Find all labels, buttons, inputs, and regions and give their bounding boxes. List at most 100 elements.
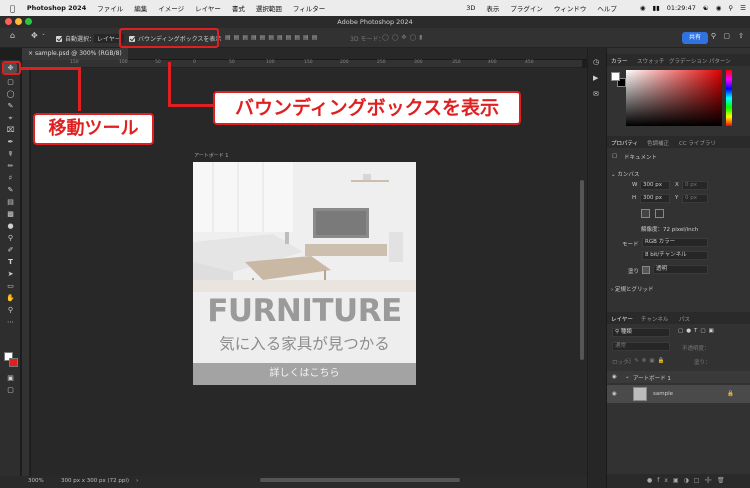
rulers-grid-section[interactable]: › 定規とグリッド [611,285,653,293]
eyedropper-tool-icon[interactable]: ✒ [4,137,17,147]
y-field[interactable]: 0 px [682,194,708,203]
blur-tool-icon[interactable]: ● [4,221,17,231]
close-tab-icon[interactable]: × [28,50,35,57]
canvas-section-title[interactable]: ⌄ カンバス [611,170,639,178]
chevron-down-icon[interactable]: ⌄ [625,374,630,380]
bit-depth-select[interactable]: 8 bit/チャンネル [642,251,708,260]
menu-image[interactable]: イメージ [158,3,184,13]
quick-select-tool-icon[interactable]: ✎ [4,101,17,111]
apple-icon[interactable]:  [10,4,15,13]
height-field[interactable]: 300 px [640,194,670,203]
horizontal-scroll-thumb[interactable] [260,478,460,482]
auto-select-checkbox[interactable]: 自動選択： [56,34,95,43]
more-tools-icon[interactable]: ⋯ [4,317,17,327]
search-icon[interactable]: ⚲ [728,4,733,12]
align-buttons[interactable]: ▤▤▤▤▤▤▤▤▤▤▤ [225,34,320,41]
artboard-label[interactable]: アートボード 1 [194,152,228,159]
portrait-orientation-button[interactable] [641,209,650,218]
landscape-orientation-button[interactable] [655,209,664,218]
tab-patterns[interactable]: パターン [709,57,731,65]
share-button[interactable]: 共有 [682,32,708,44]
horizontal-ruler[interactable]: 150 100 50 0 50 100 150 200 250 300 350 … [22,60,582,68]
frame-tool-icon[interactable]: ⌧ [4,125,17,135]
dodge-tool-icon[interactable]: ⚲ [4,233,17,243]
gradient-tool-icon[interactable]: ▩ [4,209,17,219]
home-icon[interactable]: ⌂ [10,31,15,40]
app-menu[interactable]: Photoshop 2024 [27,4,86,12]
menu-filter[interactable]: フィルター [293,3,325,13]
pen-tool-icon[interactable]: ✐ [4,245,17,255]
tab-color[interactable]: カラー [611,57,628,65]
menu-view[interactable]: 表示 [486,3,499,13]
screen-mode-icon[interactable]: ▢ [4,385,17,395]
tab-adjustments[interactable]: 色調補正 [647,139,669,147]
background-color-swatch[interactable] [9,358,18,367]
menu-extras-icon[interactable]: ☰ [740,4,746,12]
fill-swatch[interactable] [642,266,650,274]
vertical-ruler[interactable] [22,68,30,476]
menu-edit[interactable]: 編集 [134,3,147,13]
battery-icon[interactable]: ▮▮ [653,4,660,12]
tab-cc-libraries[interactable]: CC ライブラリ [679,139,716,147]
menu-type[interactable]: 書式 [232,3,245,13]
document-tab[interactable]: × sample.psd @ 300% (RGB/8) [22,48,128,60]
chevron-right-icon[interactable]: › [136,478,138,484]
eye-icon[interactable]: ◉ [612,391,617,397]
menu-help[interactable]: ヘルプ [597,3,617,13]
menu-select[interactable]: 選択範囲 [256,3,282,13]
artboard-tool-icon[interactable]: ▢ [4,77,17,87]
color-panel-fg-swatch[interactable] [611,72,620,81]
rectangle-tool-icon[interactable]: ▭ [4,281,17,291]
crop-tool-icon[interactable]: ⌖ [4,113,17,123]
vertical-scroll-thumb[interactable] [580,180,584,360]
clock[interactable]: 01:29:47 [667,4,696,12]
hue-slider[interactable] [726,70,732,126]
brush-tool-icon[interactable]: ✏ [4,161,17,171]
fill-select[interactable]: 透明 [653,265,708,274]
artboard[interactable]: FURNITURE 気に入る家具が見つかる 詳しくはこちら [193,162,416,385]
layers-footer-icons[interactable]: ●fx▣◑□➕🗑 [607,474,750,488]
healing-brush-tool-icon[interactable]: ☤ [4,149,17,159]
path-select-tool-icon[interactable]: ➤ [4,269,17,279]
width-field[interactable]: 300 px [640,181,670,190]
layer-filter-icons[interactable]: ▢●T▢▣ [678,328,717,334]
layer-row-artboard[interactable]: ◉ ⌄ アートボード 1 [607,371,750,383]
tab-swatches[interactable]: スウォッチ [637,57,665,65]
menu-file[interactable]: ファイル [97,3,123,13]
tab-layers[interactable]: レイヤー [611,315,633,323]
document-info[interactable]: 300 px x 300 px (72 ppi) [61,478,129,484]
bluetooth-icon[interactable]: ☯ [703,4,709,12]
layer-row-sample[interactable]: ◉ sample 🔒 [607,385,750,403]
tab-properties[interactable]: プロパティ [611,139,638,147]
eye-icon[interactable]: ◉ [612,374,617,380]
menu-window[interactable]: ウィンドウ [554,3,587,13]
zoom-level[interactable]: 300% [28,478,44,484]
type-tool-icon[interactable]: T [4,257,17,267]
share-icon[interactable]: ⇧ [738,32,744,40]
move-tool-icon[interactable]: ✥ [31,31,38,40]
search-icon[interactable]: ⚲ [711,32,716,40]
stamp-tool-icon[interactable]: ♯ [4,173,17,183]
wifi-icon[interactable]: ◉ [640,4,646,12]
workspace-icon[interactable]: ▢ [723,32,730,40]
control-center-icon[interactable]: ◉ [716,4,722,12]
tab-channels[interactable]: チャンネル [641,315,668,323]
minimize-window-button[interactable] [15,18,22,25]
quick-mask-icon[interactable]: ▣ [4,373,17,383]
zoom-window-button[interactable] [25,18,32,25]
chevron-down-icon[interactable]: ˇ [42,34,45,41]
zoom-tool-icon[interactable]: ⚲ [4,305,17,315]
menu-plugins[interactable]: プラグイン [510,3,543,13]
history-icon[interactable]: ◷ [593,58,599,66]
lock-icons[interactable]: ▢✎✥▣🔒 [626,358,667,364]
hand-tool-icon[interactable]: ✋ [4,293,17,303]
actions-icon[interactable]: ▶ [593,74,598,82]
menu-3d[interactable]: 3D [466,4,475,12]
history-brush-tool-icon[interactable]: ✎ [4,185,17,195]
tab-paths[interactable]: パス [679,315,690,323]
lasso-tool-icon[interactable]: ◯ [4,89,17,99]
color-mode-select[interactable]: RGB カラー [642,238,708,247]
layer-filter-select[interactable]: ⚲ 種類 [612,328,670,337]
x-field[interactable]: 0 px [682,181,708,190]
3d-mode-icons[interactable]: ◯◯✥◯▮ [382,34,425,41]
